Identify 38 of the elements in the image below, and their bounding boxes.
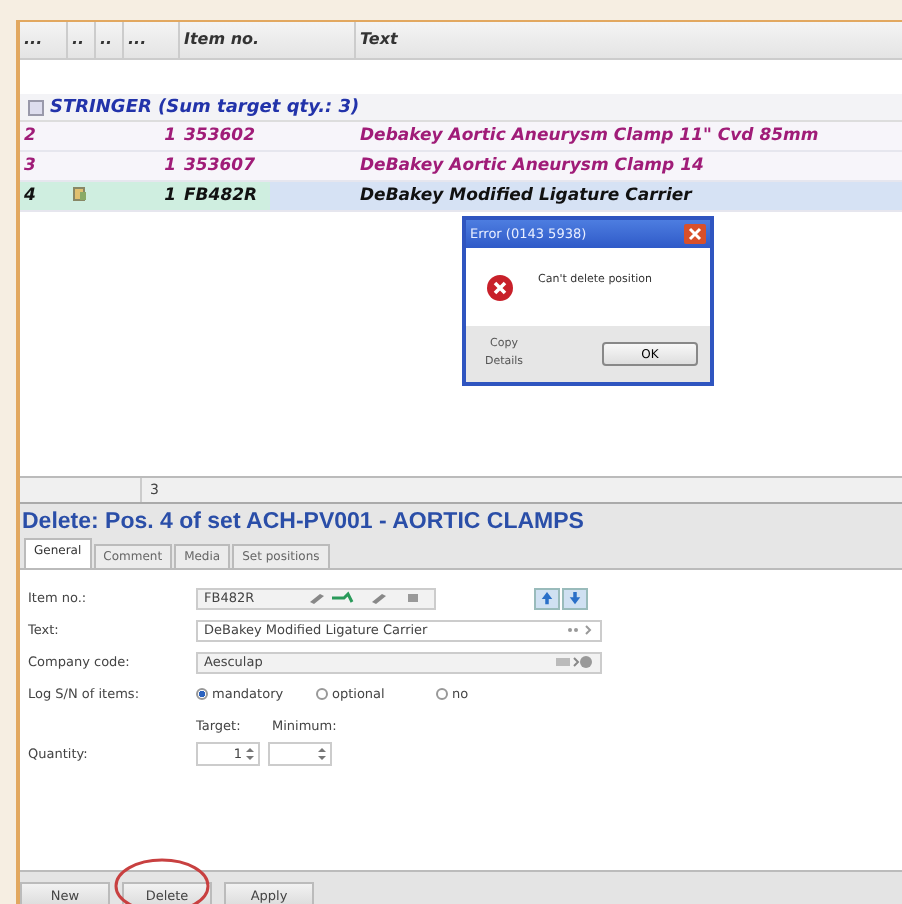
- column-header[interactable]: ...: [20, 22, 68, 58]
- panel-title: Delete: Pos. 4 of set ACH-PV001 - AORTIC CLAMPS: [22, 509, 584, 533]
- table-cell-text: 1: [162, 126, 178, 146]
- column-header[interactable]: ..: [96, 22, 124, 58]
- table-cell-text: 353607: [182, 156, 257, 176]
- column-header[interactable]: Item no.: [180, 22, 356, 58]
- down-arrow-button[interactable]: [562, 587, 588, 609]
- spin-arrows-icon[interactable]: [246, 746, 254, 762]
- table-cell-text: 1: [162, 156, 178, 176]
- error-icon: [486, 273, 514, 301]
- table-cell-text: DeBakey Aortic Aneurysm Clamp 14: [358, 156, 706, 176]
- table-row[interactable]: 3 1 353607 DeBakey Aortic Aneurysm Clamp 14: [20, 152, 902, 182]
- group-label: STRINGER (Sum target qty.: 3): [50, 97, 360, 117]
- radio-button[interactable]: [196, 688, 208, 700]
- number-field[interactable]: [268, 742, 332, 766]
- spin-arrows-icon[interactable]: [318, 746, 326, 762]
- column-header[interactable]: ..: [68, 22, 96, 58]
- table-cell-text: FB482R: [182, 186, 260, 206]
- table-cell-text: DeBakey Modified Ligature Carrier: [358, 186, 695, 206]
- lookup-icon[interactable]: [554, 654, 594, 670]
- column-header[interactable]: ...: [124, 22, 180, 58]
- table-cell-text: 4: [22, 186, 38, 206]
- up-arrow-button[interactable]: [534, 587, 560, 609]
- table-row[interactable]: 4 1 FB482R DeBakey Modified Ligature Carrier: [20, 182, 902, 212]
- collapse-icon[interactable]: [28, 99, 44, 115]
- radio-button[interactable]: [436, 688, 448, 700]
- column-header[interactable]: Text: [356, 22, 902, 58]
- table-cell-text: 3: [22, 156, 38, 176]
- table-cell-text: 2: [22, 126, 38, 146]
- close-icon[interactable]: [684, 224, 706, 244]
- table-cell-text: 353602: [182, 126, 257, 146]
- up-arrow-icon: [540, 590, 554, 606]
- table-row[interactable]: 2 1 353602 Debakey Aortic Aneurysm Clamp 11" Cvd 85mm: [20, 122, 902, 152]
- table-cell-text: Debakey Aortic Aneurysm Clamp 11" Cvd 85mm: [358, 126, 821, 146]
- table-cell-text: 1: [162, 186, 178, 206]
- radio-button[interactable]: [316, 688, 328, 700]
- ellipsis-icon[interactable]: [566, 622, 594, 638]
- down-arrow-icon: [568, 590, 582, 606]
